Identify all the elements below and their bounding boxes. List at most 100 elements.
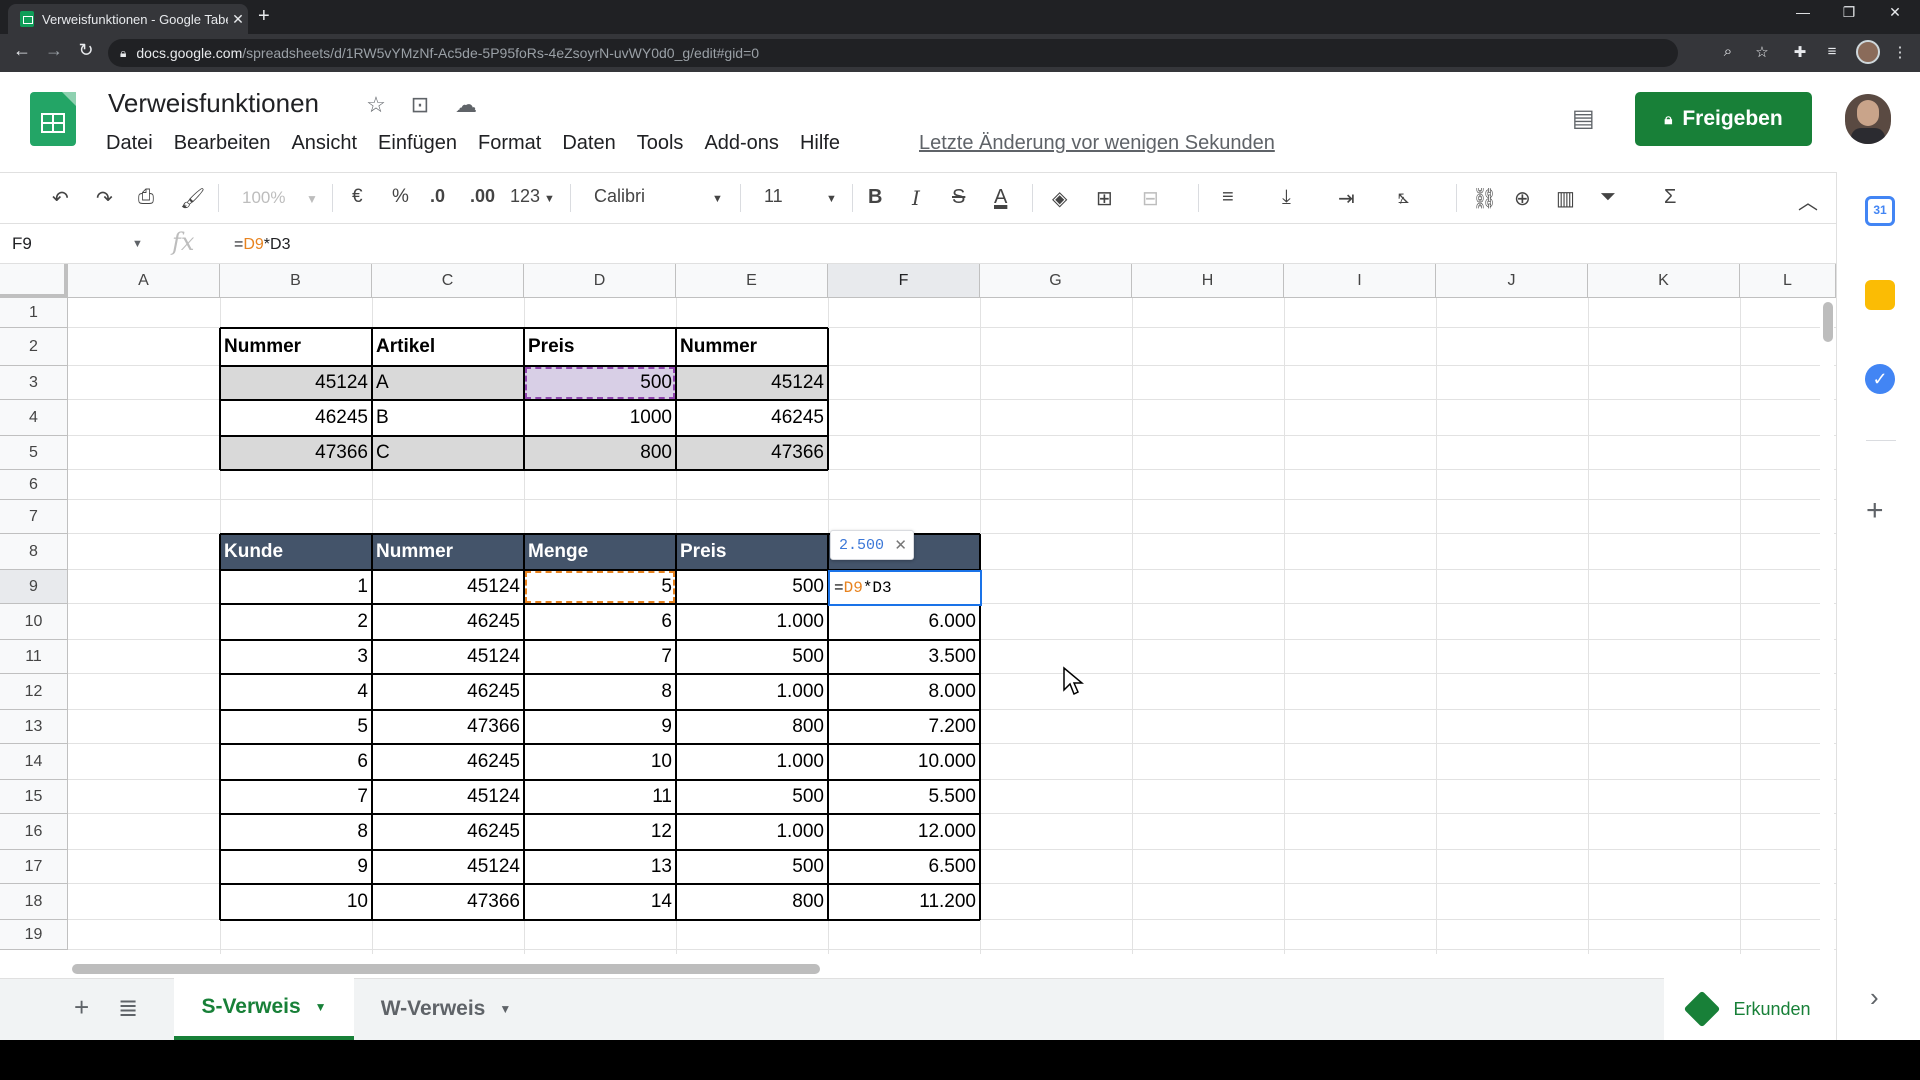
table2-header[interactable]: Kunde	[220, 534, 372, 570]
table1-header[interactable]: Artikel	[372, 328, 524, 366]
table1-cell[interactable]: 46245	[676, 400, 828, 436]
italic-icon[interactable]: I	[912, 186, 920, 210]
add-addon-icon[interactable]: +	[1866, 494, 1884, 528]
row-header-7[interactable]: 7	[0, 500, 68, 534]
chevron-down-icon[interactable]: ▼	[499, 1002, 511, 1016]
table2-cell[interactable]: 800	[676, 710, 828, 744]
document-title[interactable]: Verweisfunktionen	[108, 88, 319, 119]
sheet-tab-s-verweis[interactable]: S-Verweis ▼	[174, 978, 354, 1040]
table2-cell[interactable]: 9	[524, 710, 676, 744]
menu-daten[interactable]: Daten	[562, 132, 615, 155]
menu-ansicht[interactable]: Ansicht	[291, 132, 357, 155]
table2-cell[interactable]: 45124	[372, 780, 524, 814]
table1-cell[interactable]: 47366	[676, 436, 828, 470]
active-cell-editor[interactable]: = D9 *D3	[828, 570, 982, 606]
table2-cell[interactable]: 3	[220, 640, 372, 674]
column-header-A[interactable]: A	[68, 264, 220, 298]
calendar-icon[interactable]: 31	[1865, 196, 1895, 226]
number-format-select[interactable]: 123	[510, 186, 540, 207]
row-header-14[interactable]: 14	[0, 744, 68, 780]
table2-header[interactable]: Nummer	[372, 534, 524, 570]
horizontal-align-icon[interactable]: ≡	[1222, 186, 1234, 209]
zoom-icon[interactable]: ⌕	[1716, 43, 1740, 60]
fill-color-icon[interactable]: ◈	[1052, 186, 1067, 211]
column-header-K[interactable]: K	[1588, 264, 1740, 298]
last-edit-link[interactable]: Letzte Änderung vor wenigen Sekunden	[919, 132, 1275, 155]
comments-icon[interactable]: ▤	[1572, 104, 1595, 133]
text-rotation-icon[interactable]: ⦩	[1398, 186, 1409, 209]
column-header-C[interactable]: C	[372, 264, 524, 298]
undo-icon[interactable]: ↶	[52, 186, 69, 211]
table2-cell[interactable]: 8	[524, 674, 676, 710]
table2-cell[interactable]: 45124	[372, 570, 524, 604]
chevron-down-icon[interactable]: ▼	[315, 1000, 327, 1014]
table2-cell[interactable]: 1.000	[676, 744, 828, 780]
bookmark-star-icon[interactable]: ☆	[1750, 43, 1774, 61]
table2-cell[interactable]: 46245	[372, 744, 524, 780]
table2-cell[interactable]: 11	[524, 780, 676, 814]
table1-cell[interactable]: C	[372, 436, 524, 470]
browser-profile-avatar[interactable]	[1856, 40, 1880, 64]
borders-icon[interactable]: ⊞	[1096, 186, 1113, 211]
back-icon[interactable]: ←	[8, 40, 36, 61]
table2-cell[interactable]: 45124	[372, 640, 524, 674]
expand-panel-icon[interactable]: ›	[1870, 982, 1879, 1013]
extensions-icon[interactable]: ✚	[1788, 43, 1812, 61]
table2-cell[interactable]: 9	[220, 850, 372, 884]
tasks-icon[interactable]: ✓	[1865, 364, 1895, 394]
increase-decimal-button[interactable]: .00	[470, 186, 495, 207]
bold-icon[interactable]: B	[868, 186, 882, 209]
table2-cell[interactable]: 10	[524, 744, 676, 780]
minimize-icon[interactable]: —	[1780, 4, 1826, 20]
functions-icon[interactable]: Σ	[1664, 186, 1676, 209]
menu-format[interactable]: Format	[478, 132, 541, 155]
row-header-17[interactable]: 17	[0, 850, 68, 884]
table2-cell[interactable]: 12.000	[828, 814, 980, 850]
table2-cell[interactable]: 8.000	[828, 674, 980, 710]
table2-cell[interactable]: 14	[524, 884, 676, 920]
column-header-E[interactable]: E	[676, 264, 828, 298]
cloud-saved-icon[interactable]: ☁	[452, 92, 480, 118]
column-header-G[interactable]: G	[980, 264, 1132, 298]
all-sheets-icon[interactable]: ≣	[118, 994, 138, 1023]
font-size-select[interactable]: 11	[764, 186, 783, 207]
row-header-15[interactable]: 15	[0, 780, 68, 814]
table2-cell[interactable]: 4	[220, 674, 372, 710]
table2-cell[interactable]: 1.000	[676, 674, 828, 710]
formula-input[interactable]: =D9*D3	[234, 236, 290, 254]
row-header-6[interactable]: 6	[0, 470, 68, 500]
table2-cell[interactable]: 5.500	[828, 780, 980, 814]
chevron-down-icon[interactable]: ▼	[132, 238, 143, 250]
table2-cell[interactable]: 6	[220, 744, 372, 780]
insert-chart-icon[interactable]: ▥	[1556, 186, 1575, 211]
browser-tab[interactable]: Verweisfunktionen - Google Tabe ✕	[8, 4, 248, 34]
table1-cell[interactable]: 1000	[524, 400, 676, 436]
reload-icon[interactable]: ↻	[72, 40, 100, 61]
column-header-H[interactable]: H	[1132, 264, 1284, 298]
column-header-I[interactable]: I	[1284, 264, 1436, 298]
table2-cell[interactable]: 500	[676, 780, 828, 814]
collapse-toolbar-icon[interactable]: ︿	[1798, 186, 1818, 215]
url-input[interactable]: 🔒︎ docs.google.com/spreadsheets/d/1RW5vY…	[108, 39, 1678, 67]
menu-hilfe[interactable]: Hilfe	[800, 132, 840, 155]
table2-cell[interactable]: 45124	[372, 850, 524, 884]
table2-cell[interactable]: 1.000	[676, 814, 828, 850]
text-wrap-icon[interactable]: ⇥	[1338, 186, 1355, 211]
table2-cell[interactable]: 5	[220, 710, 372, 744]
vertical-align-icon[interactable]: ⤓	[1282, 186, 1291, 209]
sheet-tab-w-verweis[interactable]: W-Verweis ▼	[356, 978, 536, 1040]
table1-cell[interactable]: 45124	[676, 366, 828, 400]
table2-cell[interactable]: 7	[524, 640, 676, 674]
table1-cell[interactable]: 47366	[220, 436, 372, 470]
table2-cell[interactable]: 500	[676, 640, 828, 674]
vertical-scrollbar[interactable]	[1820, 298, 1834, 958]
column-header-D[interactable]: D	[524, 264, 676, 298]
column-header-B[interactable]: B	[220, 264, 372, 298]
row-header-9[interactable]: 9	[0, 570, 68, 604]
add-sheet-icon[interactable]: +	[74, 992, 89, 1023]
menu-bearbeiten[interactable]: Bearbeiten	[174, 132, 271, 155]
table2-cell[interactable]: 10.000	[828, 744, 980, 780]
percent-format-button[interactable]: %	[392, 186, 409, 208]
horizontal-scroll-thumb[interactable]	[72, 964, 820, 974]
table2-cell[interactable]: 8	[220, 814, 372, 850]
